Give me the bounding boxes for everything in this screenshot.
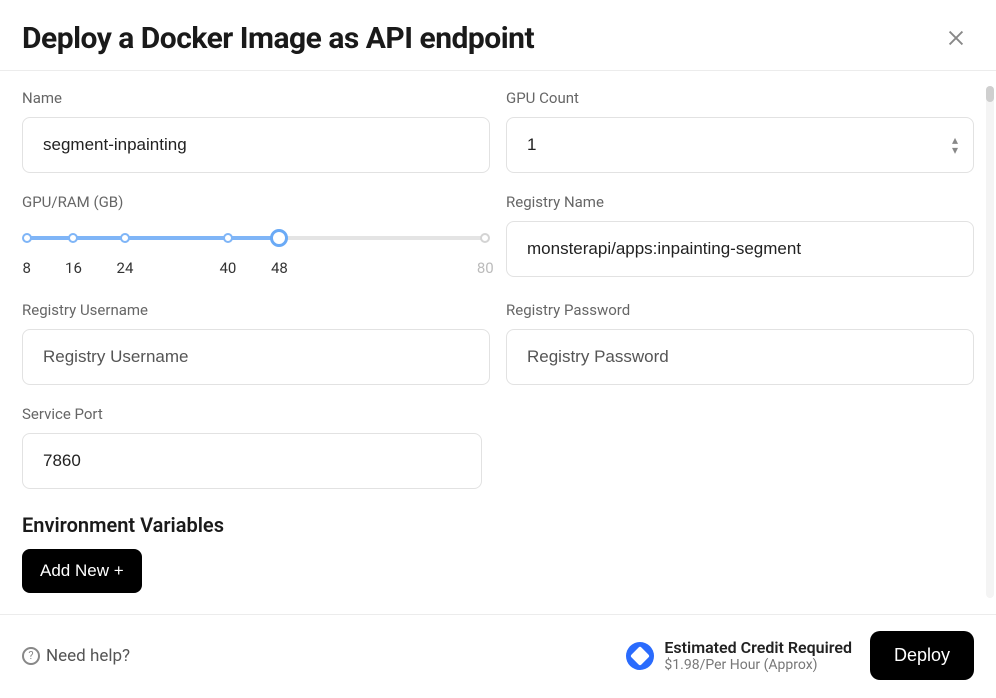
env-section: Environment Variables Add New + — [22, 509, 974, 593]
name-label: Name — [22, 89, 490, 107]
registry-name-field-group: Registry Name — [506, 193, 974, 281]
help-icon: ? — [22, 647, 40, 665]
gpu-count-label: GPU Count — [506, 89, 974, 107]
registry-password-field-group: Registry Password — [506, 301, 974, 385]
estimate-sub: $1.98/Per Hour (Approx) — [664, 657, 852, 673]
tick-40: 40 — [219, 259, 236, 277]
registry-username-field-group: Registry Username — [22, 301, 490, 385]
registry-password-label: Registry Password — [506, 301, 974, 319]
estimate-block: Estimated Credit Required $1.98/Per Hour… — [626, 638, 852, 673]
slider-thumb[interactable] — [270, 229, 288, 247]
close-button[interactable] — [938, 20, 974, 56]
credit-icon — [626, 642, 654, 670]
registry-password-input[interactable] — [506, 329, 974, 385]
slider-tick-labels: 8 16 24 40 48 80 — [22, 259, 490, 279]
registry-username-label: Registry Username — [22, 301, 490, 319]
dialog-body-scroll[interactable]: Name GPU Count ▴▾ GPU/RAM (GB) — [0, 71, 996, 614]
registry-name-label: Registry Name — [506, 193, 974, 211]
gpu-count-field-group: GPU Count ▴▾ — [506, 89, 974, 173]
need-help-label: Need help? — [46, 646, 130, 666]
estimate-title: Estimated Credit Required — [664, 638, 852, 657]
name-input[interactable] — [22, 117, 490, 173]
tick-8: 8 — [22, 259, 30, 277]
tick-48: 48 — [271, 259, 288, 277]
tick-80: 80 — [477, 259, 494, 277]
tick-24: 24 — [117, 259, 134, 277]
deploy-button[interactable]: Deploy — [870, 631, 974, 680]
deploy-dialog: Deploy a Docker Image as API endpoint Na… — [0, 0, 996, 698]
close-icon — [945, 27, 967, 49]
dialog-header: Deploy a Docker Image as API endpoint — [0, 0, 996, 71]
dialog-body: Name GPU Count ▴▾ GPU/RAM (GB) — [0, 71, 996, 614]
gpu-ram-slider[interactable]: 8 16 24 40 48 80 — [22, 221, 490, 281]
registry-username-input[interactable] — [22, 329, 490, 385]
scrollbar-thumb[interactable] — [986, 86, 994, 102]
scrollbar-track — [986, 86, 994, 598]
registry-name-input[interactable] — [506, 221, 974, 277]
gpu-count-select[interactable] — [506, 117, 974, 173]
tick-16: 16 — [65, 259, 82, 277]
dialog-title: Deploy a Docker Image as API endpoint — [22, 21, 534, 56]
service-port-field-group: Service Port — [22, 405, 490, 489]
env-section-title: Environment Variables — [22, 513, 974, 537]
service-port-label: Service Port — [22, 405, 490, 423]
gpu-ram-label: GPU/RAM (GB) — [22, 193, 490, 211]
gpu-ram-field-group: GPU/RAM (GB) 8 16 24 40 48 — [22, 193, 490, 281]
name-field-group: Name — [22, 89, 490, 173]
need-help-link[interactable]: ? Need help? — [22, 646, 130, 666]
dialog-footer: ? Need help? Estimated Credit Required $… — [0, 614, 996, 698]
add-env-button[interactable]: Add New + — [22, 549, 142, 593]
gpu-count-select-wrap: ▴▾ — [506, 117, 974, 173]
service-port-input[interactable] — [22, 433, 482, 489]
